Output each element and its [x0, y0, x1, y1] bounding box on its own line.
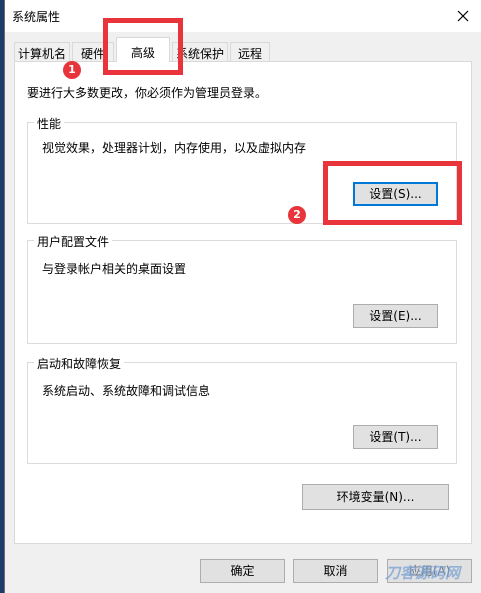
ok-button[interactable]: 确定	[200, 559, 285, 583]
startup-recovery-group-title: 启动和故障恢复	[34, 355, 125, 372]
title-bar[interactable]: 系统属性	[5, 0, 481, 32]
highlight-box-advanced-tab	[103, 18, 183, 75]
system-properties-window: 系统属性 计算机名 硬件 高级 系统保护 远程 要进行大多数更改，你必须作为管理…	[4, 0, 481, 593]
close-button[interactable]	[444, 0, 481, 32]
admin-notice: 要进行大多数更改，你必须作为管理员登录。	[27, 86, 268, 100]
tab-computer-name[interactable]: 计算机名	[14, 42, 70, 61]
tab-remote[interactable]: 远程	[230, 42, 270, 61]
startup-recovery-group: 启动和故障恢复 系统启动、系统故障和调试信息 设置(T)...	[27, 355, 457, 464]
user-profiles-group-title: 用户配置文件	[34, 233, 113, 250]
step-marker-2: 2	[288, 206, 306, 224]
close-icon	[457, 10, 469, 22]
user-profiles-settings-button[interactable]: 设置(E)...	[353, 304, 438, 328]
environment-variables-button[interactable]: 环境变量(N)...	[302, 484, 449, 510]
user-profiles-description: 与登录帐户相关的桌面设置	[42, 262, 187, 276]
performance-description: 视觉效果，处理器计划，内存使用，以及虚拟内存	[42, 141, 307, 155]
user-profiles-group: 用户配置文件 与登录帐户相关的桌面设置 设置(E)...	[27, 233, 457, 344]
startup-recovery-settings-button[interactable]: 设置(T)...	[353, 425, 438, 449]
step-marker-1: 1	[63, 61, 81, 79]
watermark: 刀客源码网	[385, 564, 461, 582]
startup-recovery-description: 系统启动、系统故障和调试信息	[42, 384, 211, 398]
performance-group-title: 性能	[34, 115, 65, 132]
cancel-button[interactable]: 取消	[293, 559, 378, 583]
window-title: 系统属性	[12, 10, 61, 24]
highlight-box-performance-settings	[323, 161, 462, 225]
